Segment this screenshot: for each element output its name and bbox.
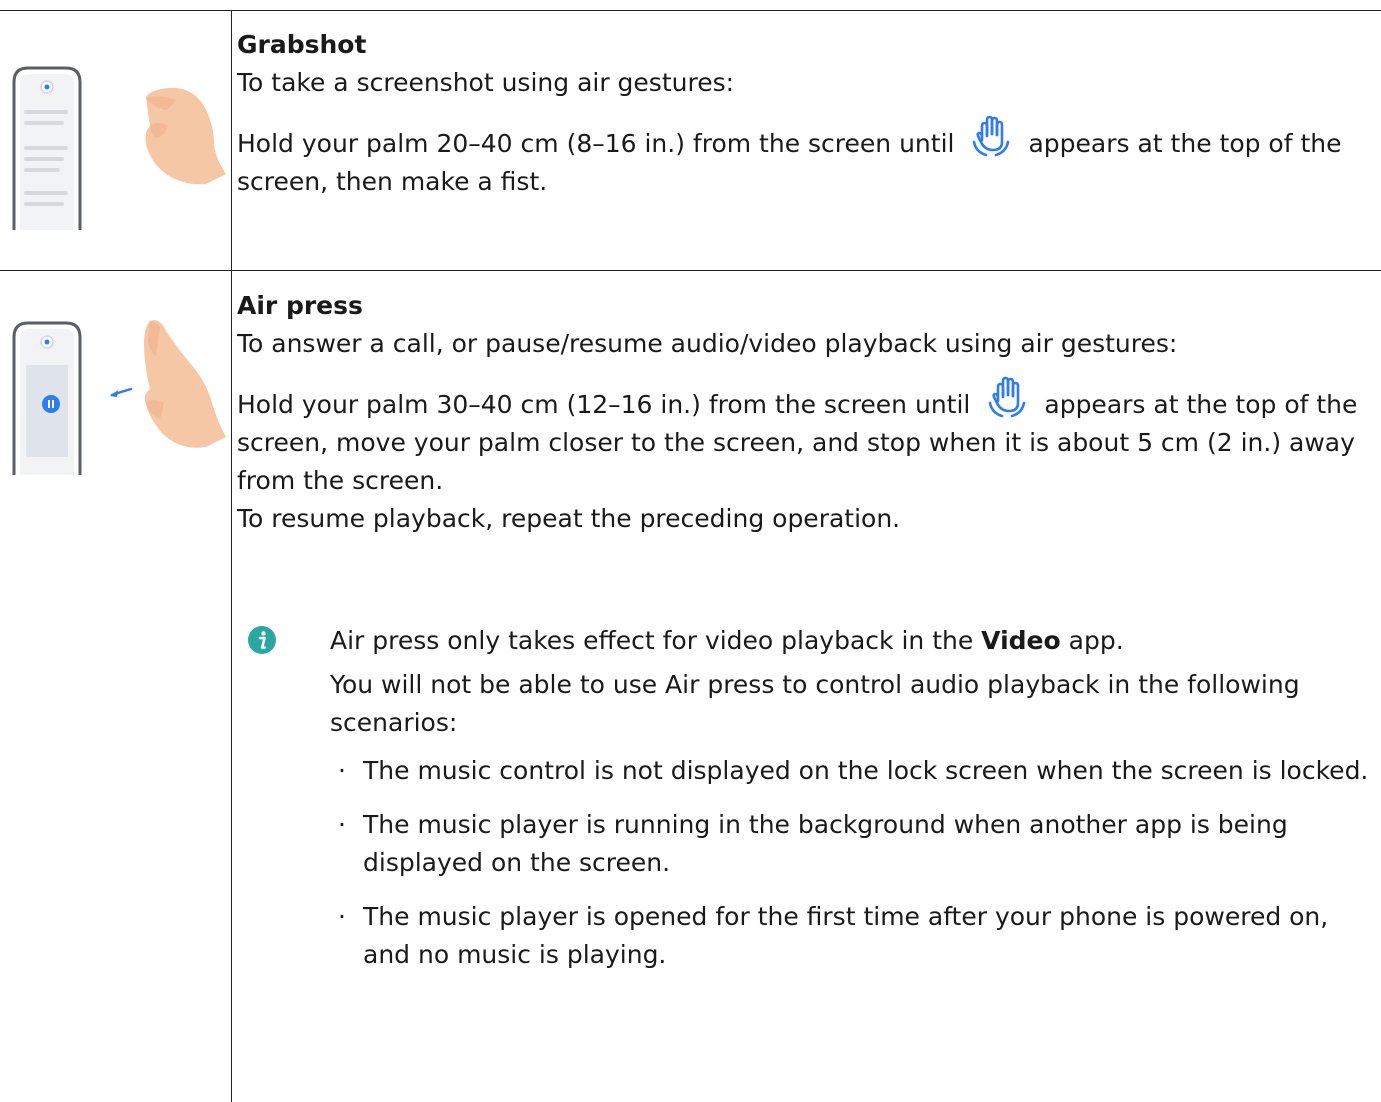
section-title: Air press xyxy=(237,291,363,320)
column-divider xyxy=(231,10,232,1102)
note-text: Air press only takes effect for video pl… xyxy=(330,626,982,655)
grabshot-illustration xyxy=(0,40,231,240)
instruction-step: Hold your palm 20–40 cm (8–16 in.) from … xyxy=(237,112,1377,201)
info-icon xyxy=(248,626,276,654)
grabshot-section: Grabshot To take a screenshot using air … xyxy=(237,28,1377,201)
row-divider xyxy=(0,270,1381,271)
section-intro: To take a screenshot using air gestures: xyxy=(237,68,735,97)
section-intro: To answer a call, or pause/resume audio/… xyxy=(237,329,1178,358)
step-text: Hold your palm 30–40 cm (12–16 in.) from… xyxy=(237,390,971,419)
table-top-border xyxy=(0,10,1381,11)
list-item-text: The music player is running in the backg… xyxy=(363,810,1288,877)
air-press-section: Air press To answer a call, or pause/res… xyxy=(237,289,1377,969)
list-item-text: The music control is not displayed on th… xyxy=(363,756,1369,785)
list-item: · The music control is not displayed on t… xyxy=(330,752,1370,790)
air-press-illustration xyxy=(0,305,231,485)
bullet-dot: · xyxy=(338,810,346,839)
section-title: Grabshot xyxy=(237,30,367,59)
raised-hand-icon xyxy=(968,112,1014,158)
app-name-video: Video xyxy=(981,626,1061,655)
gesture-table: Grabshot To take a screenshot using air … xyxy=(0,0,1381,1102)
bullet-dot: · xyxy=(338,902,346,931)
instruction-step: Hold your palm 30–40 cm (12–16 in.) from… xyxy=(237,373,1377,500)
list-item: · The music player is opened for the firs… xyxy=(330,898,1370,974)
list-item: · The music player is running in the back… xyxy=(330,806,1370,882)
step-text: Hold your palm 20–40 cm (8–16 in.) from … xyxy=(237,129,955,158)
note-line: Air press only takes effect for video pl… xyxy=(330,622,1370,660)
scenario-list: · The music control is not displayed on t… xyxy=(330,752,1370,974)
note-text: app. xyxy=(1060,626,1124,655)
raised-hand-icon xyxy=(984,373,1030,419)
note-body: Air press only takes effect for video pl… xyxy=(330,622,1370,974)
resume-instruction: To resume playback, repeat the preceding… xyxy=(237,504,901,533)
bullet-dot: · xyxy=(338,756,346,785)
note-scenarios-intro: You will not be able to use Air press to… xyxy=(330,670,1300,737)
list-item-text: The music player is opened for the first… xyxy=(363,902,1329,969)
